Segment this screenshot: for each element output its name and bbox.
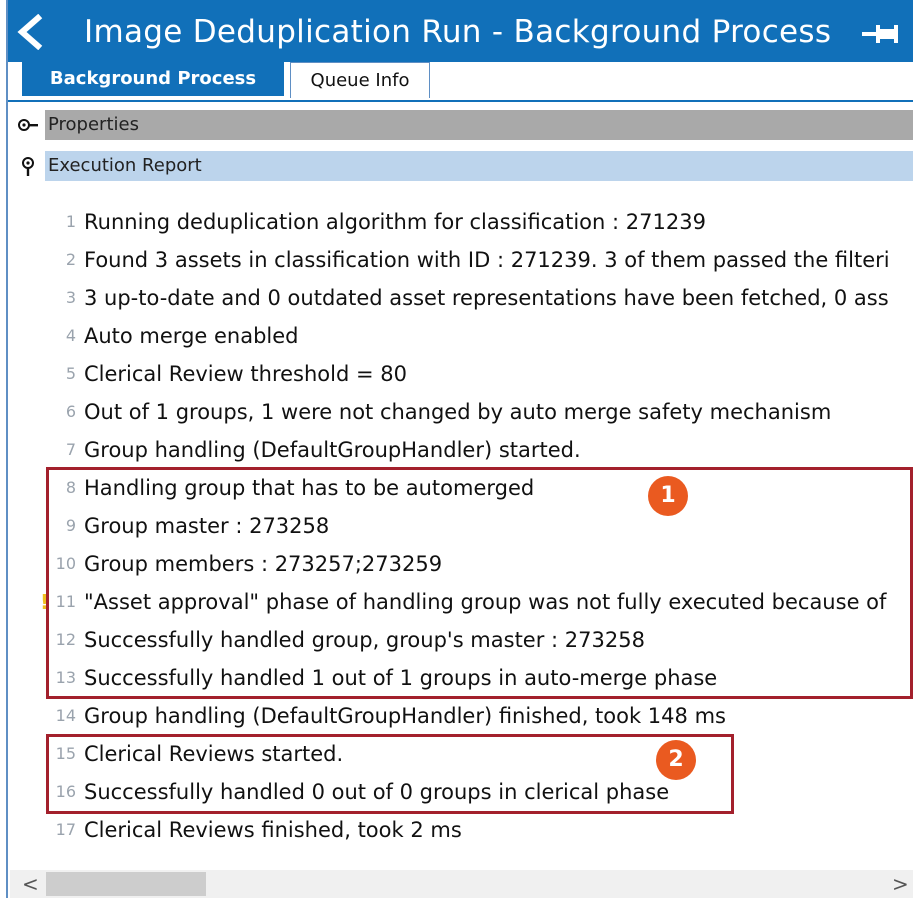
tab-queue-info[interactable]: Queue Info: [290, 62, 430, 98]
line-number: 3: [65, 288, 76, 307]
line-number: 2: [65, 250, 76, 269]
line-text: Out of 1 groups, 1 were not changed by a…: [84, 400, 832, 424]
expanded-toggle-icon[interactable]: [16, 156, 40, 176]
collapsed-toggle-icon[interactable]: [16, 115, 40, 135]
execution-report-log[interactable]: 1 Running deduplication algorithm for cl…: [10, 190, 913, 860]
tab-underline: [8, 100, 913, 102]
chevron-left-icon[interactable]: [14, 14, 46, 50]
properties-label: Properties: [48, 114, 139, 135]
title-bar: Image Deduplication Run - Background Pro…: [8, 0, 913, 62]
line-text: Running deduplication algorithm for clas…: [84, 210, 706, 234]
report-line: 5 Clerical Review threshold = 80: [10, 355, 913, 393]
line-number: 1: [65, 212, 76, 231]
line-text: Clerical Review threshold = 80: [84, 362, 407, 386]
line-number: 6: [65, 402, 76, 421]
line-text: Clerical Reviews finished, took 2 ms: [84, 818, 462, 842]
callout-badge-1: 1: [648, 476, 688, 516]
window-title: Image Deduplication Run - Background Pro…: [84, 14, 832, 50]
line-text: Group handling (DefaultGroupHandler) fin…: [84, 704, 726, 728]
tab-bar: Background Process Queue Info: [8, 62, 913, 102]
report-line: 7 Group handling (DefaultGroupHandler) s…: [10, 431, 913, 469]
properties-bar: [45, 110, 913, 140]
report-line: 2 Found 3 assets in classification with …: [10, 241, 913, 279]
scroll-left-icon[interactable]: <: [22, 872, 39, 896]
report-line: 17 Clerical Reviews finished, took 2 ms: [10, 811, 913, 849]
line-number: 4: [65, 326, 76, 345]
window-border: [6, 0, 8, 898]
report-line: 6 Out of 1 groups, 1 were not changed by…: [10, 393, 913, 431]
line-number: 7: [65, 440, 76, 459]
pin-icon[interactable]: [860, 22, 904, 46]
horizontal-scrollbar[interactable]: < >: [10, 870, 913, 898]
line-number: 14: [55, 706, 76, 725]
execution-report-section-header[interactable]: Execution Report: [10, 151, 913, 181]
properties-section-header[interactable]: Properties: [10, 110, 913, 140]
callout-badge-2: 2: [656, 740, 696, 780]
report-line: 14 Group handling (DefaultGroupHandler) …: [10, 697, 913, 735]
line-text: Found 3 assets in classification with ID…: [84, 248, 890, 272]
scrollbar-thumb[interactable]: [46, 872, 206, 896]
line-number: 5: [65, 364, 76, 383]
execution-report-label: Execution Report: [48, 155, 202, 176]
line-text: 3 up-to-date and 0 outdated asset repres…: [84, 286, 889, 310]
highlight-box-automerge: [46, 467, 913, 699]
report-line: 1 Running deduplication algorithm for cl…: [10, 203, 913, 241]
line-number: 17: [55, 820, 76, 839]
report-line: 3 3 up-to-date and 0 outdated asset repr…: [10, 279, 913, 317]
line-text: Group handling (DefaultGroupHandler) sta…: [84, 438, 581, 462]
highlight-box-clerical: [46, 734, 734, 814]
tab-background-process[interactable]: Background Process: [22, 62, 284, 96]
line-text: Auto merge enabled: [84, 324, 299, 348]
window: Image Deduplication Run - Background Pro…: [0, 0, 913, 898]
scroll-right-icon[interactable]: >: [892, 872, 909, 896]
report-line: 4 Auto merge enabled: [10, 317, 913, 355]
